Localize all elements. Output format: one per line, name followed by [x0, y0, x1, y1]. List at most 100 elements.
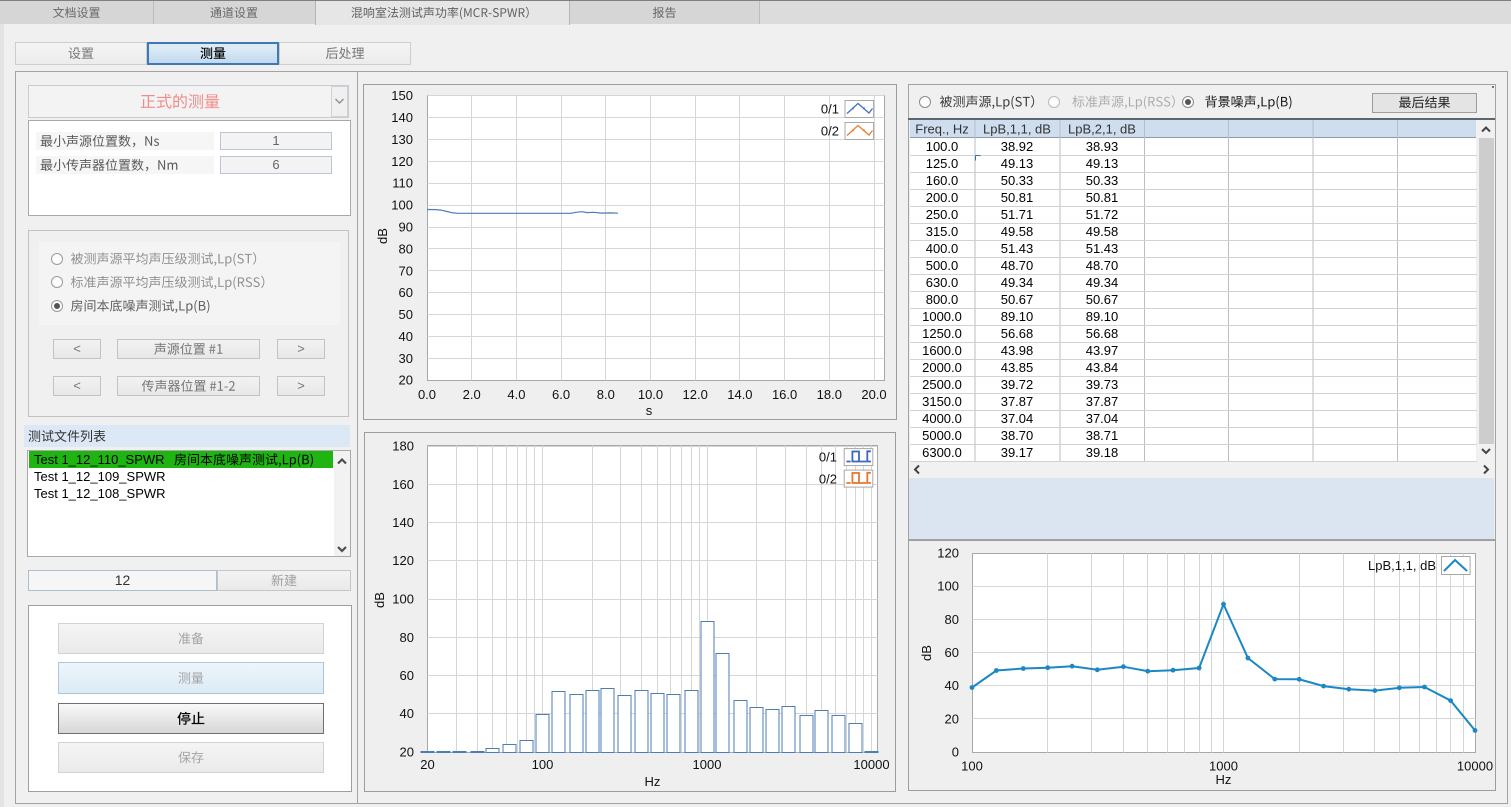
svg-text:200.0: 200.0	[925, 190, 958, 205]
svg-text:89.10: 89.10	[1000, 309, 1033, 324]
svg-text:51.43: 51.43	[1000, 241, 1033, 256]
svg-text:50: 50	[399, 307, 413, 322]
svg-text:LpB,1,1, dB: LpB,1,1, dB	[983, 122, 1051, 137]
svg-text:Hz: Hz	[1216, 772, 1232, 787]
svg-text:20: 20	[945, 711, 959, 726]
svg-text:250.0: 250.0	[925, 207, 958, 222]
svg-text:60: 60	[399, 285, 413, 300]
svg-text:LpB,2,1, dB: LpB,2,1, dB	[1068, 122, 1136, 137]
svg-text:50.33: 50.33	[1085, 173, 1118, 188]
svg-text:dB: dB	[372, 592, 387, 608]
svg-text:39.73: 39.73	[1085, 377, 1118, 392]
svg-text:630.0: 630.0	[925, 275, 958, 290]
svg-text:38.93: 38.93	[1085, 139, 1118, 154]
svg-text:6.0: 6.0	[552, 387, 570, 402]
svg-text:160.0: 160.0	[925, 173, 958, 188]
svg-text:0/2: 0/2	[821, 124, 839, 139]
svg-text:500.0: 500.0	[925, 258, 958, 273]
svg-text:50.81: 50.81	[1000, 190, 1033, 205]
svg-text:400.0: 400.0	[925, 241, 958, 256]
svg-text:49.34: 49.34	[1085, 275, 1118, 290]
svg-text:Freq., Hz: Freq., Hz	[915, 122, 968, 137]
svg-text:40: 40	[945, 678, 959, 693]
svg-text:49.13: 49.13	[1000, 156, 1033, 171]
svg-text:100.0: 100.0	[925, 139, 958, 154]
svg-text:39.72: 39.72	[1000, 377, 1033, 392]
svg-text:37.87: 37.87	[1000, 394, 1033, 409]
svg-text:2500.0: 2500.0	[922, 377, 962, 392]
svg-text:10000: 10000	[853, 757, 889, 772]
svg-text:dB: dB	[375, 228, 390, 244]
svg-text:50.81: 50.81	[1085, 190, 1118, 205]
svg-text:dB: dB	[919, 645, 934, 661]
svg-text:80: 80	[945, 612, 959, 627]
svg-text:30: 30	[399, 351, 413, 366]
svg-text:3150.0: 3150.0	[922, 394, 962, 409]
svg-text:60: 60	[400, 668, 414, 683]
svg-text:12.0: 12.0	[683, 387, 708, 402]
svg-text:49.34: 49.34	[1000, 275, 1033, 290]
svg-text:8.0: 8.0	[597, 387, 615, 402]
svg-text:1000.0: 1000.0	[922, 309, 962, 324]
svg-text:0.0: 0.0	[418, 387, 436, 402]
svg-text:140: 140	[391, 110, 413, 125]
svg-text:2000.0: 2000.0	[922, 360, 962, 375]
svg-text:60: 60	[945, 645, 959, 660]
svg-text:100: 100	[391, 198, 413, 213]
svg-text:50.33: 50.33	[1000, 173, 1033, 188]
svg-text:20.0: 20.0	[861, 387, 886, 402]
svg-text:14.0: 14.0	[727, 387, 752, 402]
svg-text:51.72: 51.72	[1085, 207, 1118, 222]
svg-text:4000.0: 4000.0	[922, 411, 962, 426]
svg-text:LpB,1,1, dB: LpB,1,1, dB	[1368, 558, 1436, 573]
svg-text:90: 90	[399, 220, 413, 235]
svg-text:140: 140	[392, 515, 414, 530]
svg-text:43.84: 43.84	[1085, 360, 1118, 375]
svg-text:100: 100	[392, 592, 414, 607]
svg-text:4.0: 4.0	[507, 387, 525, 402]
svg-text:100: 100	[532, 757, 554, 772]
svg-text:Hz: Hz	[645, 774, 661, 789]
svg-text:37.04: 37.04	[1085, 411, 1118, 426]
svg-text:180: 180	[392, 439, 414, 454]
svg-text:37.87: 37.87	[1085, 394, 1118, 409]
svg-text:43.97: 43.97	[1085, 343, 1118, 358]
svg-text:48.70: 48.70	[1000, 258, 1033, 273]
svg-text:150: 150	[391, 88, 413, 103]
svg-text:100: 100	[937, 579, 959, 594]
svg-text:49.13: 49.13	[1085, 156, 1118, 171]
svg-text:70: 70	[399, 263, 413, 278]
svg-text:1000: 1000	[693, 757, 722, 772]
svg-text:110: 110	[392, 176, 413, 191]
svg-text:50.67: 50.67	[1085, 292, 1118, 307]
svg-text:10000: 10000	[1457, 759, 1493, 774]
svg-text:49.58: 49.58	[1085, 224, 1118, 239]
svg-text:130: 130	[391, 132, 413, 147]
svg-text:10.0: 10.0	[638, 387, 663, 402]
svg-text:51.43: 51.43	[1085, 241, 1118, 256]
svg-text:1600.0: 1600.0	[922, 343, 962, 358]
svg-text:56.68: 56.68	[1000, 326, 1033, 341]
svg-text:38.70: 38.70	[1000, 428, 1033, 443]
svg-text:0: 0	[952, 745, 959, 760]
svg-text:48.70: 48.70	[1085, 258, 1118, 273]
svg-text:37.04: 37.04	[1000, 411, 1033, 426]
svg-text:100: 100	[961, 759, 983, 774]
svg-text:16.0: 16.0	[772, 387, 797, 402]
svg-text:80: 80	[400, 630, 414, 645]
svg-text:56.68: 56.68	[1085, 326, 1118, 341]
svg-text:s: s	[646, 403, 653, 418]
svg-text:89.10: 89.10	[1085, 309, 1118, 324]
svg-text:39.18: 39.18	[1085, 445, 1118, 460]
svg-text:120: 120	[391, 154, 413, 169]
svg-text:43.85: 43.85	[1000, 360, 1033, 375]
svg-text:18.0: 18.0	[817, 387, 842, 402]
svg-text:1250.0: 1250.0	[922, 326, 962, 341]
svg-text:800.0: 800.0	[925, 292, 958, 307]
svg-text:160: 160	[392, 477, 414, 492]
svg-text:120: 120	[937, 546, 959, 561]
svg-text:38.92: 38.92	[1000, 139, 1033, 154]
svg-text:80: 80	[399, 241, 413, 256]
svg-text:315.0: 315.0	[925, 224, 958, 239]
svg-text:50.67: 50.67	[1000, 292, 1033, 307]
